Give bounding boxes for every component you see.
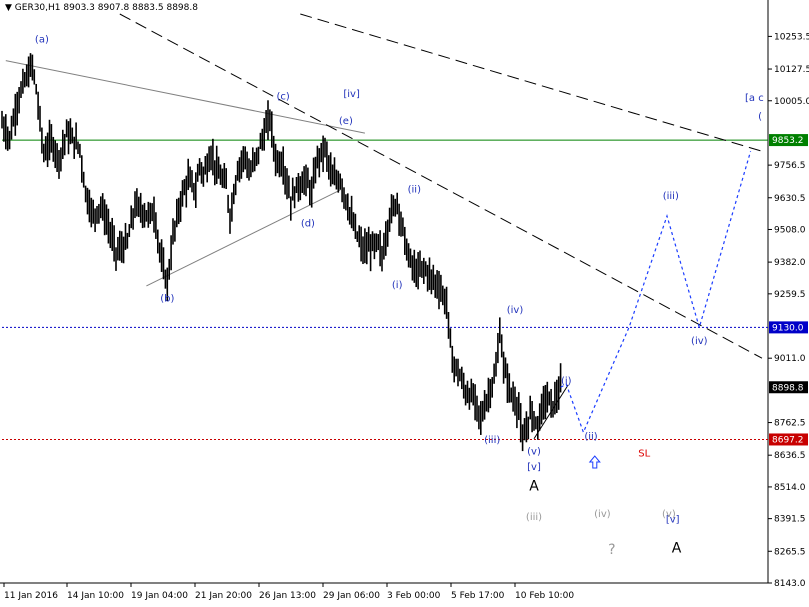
wave-label: (a)	[35, 34, 49, 45]
x-tick-label: 21 Jan 20:00	[195, 591, 252, 601]
wave-label: ?	[608, 542, 615, 558]
wave-label: (	[758, 111, 762, 122]
y-tick-label: 8636.5	[774, 451, 806, 461]
wave-label: [v]	[527, 462, 541, 473]
wave-label: (i)	[392, 280, 403, 291]
y-tick-label: 8143.0	[774, 579, 806, 589]
wave-label: (ii)	[584, 431, 597, 442]
wave-label: (d)	[301, 218, 315, 229]
dashed-trend-line[interactable]	[300, 13, 763, 152]
wave-label: [a c	[745, 93, 764, 104]
wave-label: (iv)	[594, 509, 611, 520]
dashed-trend-line[interactable]	[119, 13, 763, 359]
x-tick-label: 10 Feb 10:00	[515, 591, 574, 601]
level-price-label: 9130.0	[772, 323, 804, 333]
x-tick-label: 19 Jan 04:00	[131, 591, 188, 601]
wave-label: (b)	[160, 293, 174, 304]
wave-label: SL	[638, 448, 650, 459]
wave-label: (iii)	[484, 435, 500, 446]
level-price-label: 8697.2	[772, 435, 804, 445]
wave-label: [iv]	[343, 89, 360, 100]
wave-label: (iii)	[526, 512, 542, 523]
x-tick-label: 29 Jan 06:00	[323, 591, 380, 601]
wave-label: (v)	[527, 446, 541, 457]
up-arrow-icon	[588, 455, 601, 469]
wave-label: (iii)	[663, 191, 679, 202]
x-tick-label: 5 Feb 17:00	[451, 591, 505, 601]
x-tick-label: 26 Jan 13:00	[259, 591, 316, 601]
wave-label: A	[529, 479, 539, 495]
price-chart[interactable]: ▼ GER30,H1 8903.3 8907.8 8883.5 8898.8 1…	[0, 0, 809, 607]
y-tick-label: 8391.5	[774, 515, 806, 525]
x-tick-label: 14 Jan 10:00	[67, 591, 124, 601]
chart-svg: 10253.5 10127.5 10005.0 9756.5 9630.5 9508.0 9…	[0, 0, 809, 601]
y-tick-label: 9011.0	[774, 354, 806, 364]
y-tick-label: 8762.5	[774, 419, 806, 429]
wave-label: (c)	[277, 91, 290, 102]
y-tick-label: 9756.5	[774, 161, 806, 171]
y-tick-label: 10253.5	[774, 32, 809, 42]
y-tick-label: 10127.5	[774, 65, 809, 75]
wave-label: (i)	[561, 376, 572, 387]
level-price-label: 9853.2	[772, 136, 804, 146]
wave-label: A	[672, 540, 682, 556]
wave-label: (iv)	[507, 305, 524, 316]
forecast-wave-path	[560, 151, 752, 434]
x-tick-label: 11 Jan 2016	[4, 591, 58, 601]
y-tick-label: 8265.5	[774, 547, 806, 557]
y-tick-label: 8514.0	[774, 483, 806, 493]
y-tick-label: 10005.0	[774, 97, 809, 107]
level-price-label: 8898.8	[772, 383, 804, 393]
y-tick-label: 9508.0	[774, 225, 806, 235]
x-tick-label: 3 Feb 00:00	[387, 591, 441, 601]
wave-label: (iv)	[691, 336, 708, 347]
y-tick-label: 9259.5	[774, 290, 806, 300]
wave-label: (ii)	[408, 185, 421, 196]
trend-line[interactable]	[5, 60, 365, 134]
wave-label: (e)	[339, 116, 353, 127]
y-tick-label: 9382.0	[774, 258, 806, 268]
y-tick-label: 9630.5	[774, 194, 806, 204]
wave-label: (v)	[662, 509, 676, 520]
